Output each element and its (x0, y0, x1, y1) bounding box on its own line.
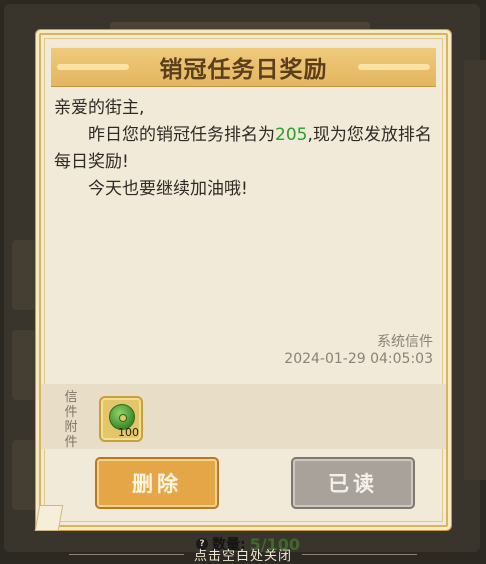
letter-dialog: 销冠任务日奖励 亲爱的街主, 昨日您的销冠任务排名为205,现为您发放排名每日奖… (34, 33, 448, 531)
hint-divider-right (302, 554, 417, 555)
mark-read-button[interactable]: 已读 (293, 459, 413, 507)
banner-ornament-right (358, 64, 430, 70)
attachments-label: 信件附件 (64, 390, 78, 450)
attachment-item[interactable]: 100 (99, 396, 143, 442)
letter-closing: 今天也要继续加油哦! (88, 179, 248, 199)
message-prefix: 昨日您的销冠任务排名为 (88, 125, 275, 145)
delete-button[interactable]: 删除 (97, 459, 217, 507)
background-list-item (12, 240, 42, 310)
banner-ornament-left (57, 64, 129, 70)
attachment-quantity: 100 (118, 426, 139, 439)
letter-title: 销冠任务日奖励 (159, 57, 328, 83)
attachments-section: 信件附件 100 (41, 384, 446, 450)
letter-message: 昨日您的销冠任务排名为205,现为您发放排名每日奖励! (54, 122, 434, 176)
letter-timestamp: 2024-01-29 04:05:03 (284, 351, 433, 367)
close-hint-text: 点击空白处关闭 (193, 549, 292, 564)
letter-greeting: 亲爱的街主, (54, 98, 145, 118)
hint-divider-left (68, 554, 184, 555)
letter-body: 亲爱的街主, 昨日您的销冠任务排名为205,现为您发放排名每日奖励! 今天也要继… (54, 95, 434, 203)
background-list-item (12, 330, 42, 400)
background-side-panel (464, 60, 486, 480)
paper-corner-curl (34, 505, 64, 531)
close-hint[interactable]: 点击空白处关闭 (0, 545, 486, 564)
background-list-item (12, 440, 42, 510)
rank-value: 205 (275, 125, 308, 145)
letter-sender: 系统信件 (377, 334, 433, 350)
title-banner: 销冠任务日奖励 (51, 47, 436, 87)
